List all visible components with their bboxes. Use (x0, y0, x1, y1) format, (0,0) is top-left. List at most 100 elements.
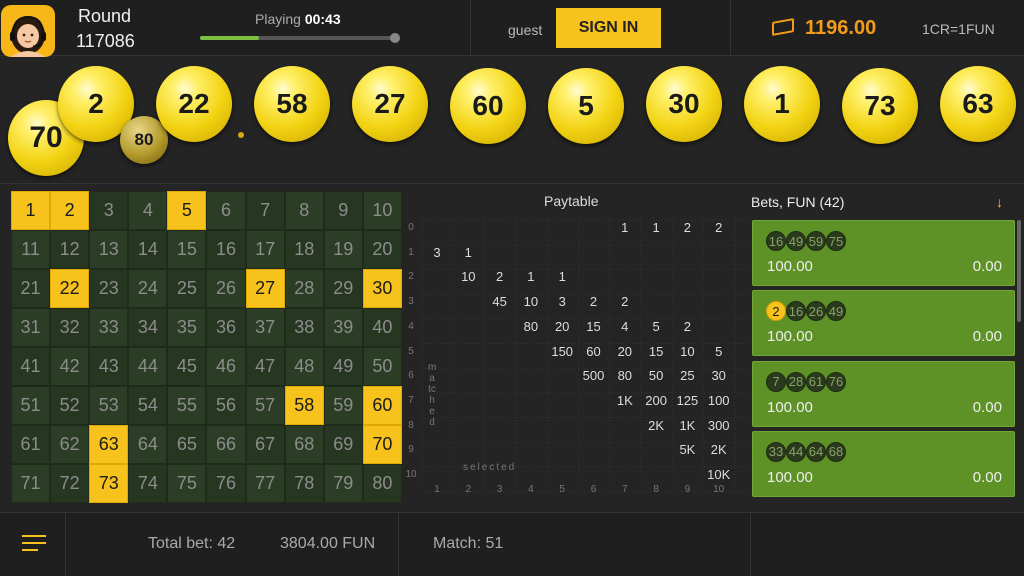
grid-cell[interactable]: 45 (167, 347, 207, 386)
menu-icon[interactable] (22, 535, 46, 556)
grid-cell[interactable]: 47 (245, 347, 285, 386)
grid-cell[interactable]: 62 (50, 425, 90, 464)
grid-cell[interactable]: 58 (284, 386, 324, 425)
grid-cell[interactable]: 53 (89, 386, 129, 425)
bet-number: 64 (806, 441, 826, 462)
drawn-ball: 22 (156, 66, 232, 142)
grid-cell[interactable]: 70 (362, 425, 402, 464)
grid-cell[interactable]: 8 (284, 191, 324, 230)
grid-cell[interactable]: 31 (11, 308, 51, 347)
grid-cell[interactable]: 37 (245, 308, 285, 347)
grid-cell[interactable]: 13 (89, 230, 129, 269)
grid-cell[interactable]: 14 (128, 230, 168, 269)
grid-cell[interactable]: 61 (11, 425, 51, 464)
grid-cell[interactable]: 69 (323, 425, 363, 464)
grid-cell[interactable]: 41 (11, 347, 51, 386)
grid-cell[interactable]: 12 (50, 230, 90, 269)
grid-cell[interactable]: 49 (323, 347, 363, 386)
grid-cell[interactable]: 19 (323, 230, 363, 269)
paytable-value: 5 (715, 343, 723, 359)
grid-cell[interactable]: 72 (50, 464, 90, 503)
grid-cell[interactable]: 40 (362, 308, 402, 347)
support-agent-icon[interactable] (1, 5, 55, 57)
grid-cell[interactable]: 65 (167, 425, 207, 464)
grid-cell[interactable]: 23 (89, 269, 129, 308)
bet-card[interactable]: 16 49 59 75 100.00 0.00 (752, 220, 1015, 286)
grid-cell[interactable]: 48 (284, 347, 324, 386)
grid-cell[interactable]: 60 (362, 386, 402, 425)
grid-cell[interactable]: 78 (284, 464, 324, 503)
bets-scrollbar[interactable] (1017, 220, 1021, 322)
grid-cell[interactable]: 36 (206, 308, 246, 347)
grid-cell[interactable]: 2 (50, 191, 90, 230)
grid-cell[interactable]: 15 (167, 230, 207, 269)
grid-cell[interactable]: 32 (50, 308, 90, 347)
grid-cell[interactable]: 44 (128, 347, 168, 386)
arrow-down-icon[interactable]: ↓ (996, 194, 1003, 210)
grid-cell[interactable]: 56 (206, 386, 246, 425)
paytable-value: 15 (648, 343, 664, 359)
grid-cell[interactable]: 10 (362, 191, 402, 230)
guest-label: guest (508, 22, 543, 38)
grid-cell[interactable]: 55 (167, 386, 207, 425)
grid-cell[interactable]: 16 (206, 230, 246, 269)
grid-cell[interactable]: 33 (89, 308, 129, 347)
grid-cell[interactable]: 54 (128, 386, 168, 425)
grid-cell[interactable]: 66 (206, 425, 246, 464)
paytable-value: 3 (558, 294, 566, 310)
grid-cell[interactable]: 17 (245, 230, 285, 269)
grid-cell[interactable]: 6 (206, 191, 246, 230)
grid-cell[interactable]: 20 (362, 230, 402, 269)
grid-cell[interactable]: 7 (245, 191, 285, 230)
bet-number: 49 (826, 301, 846, 322)
paytable-row-label: 4 (408, 320, 414, 332)
grid-cell[interactable]: 27 (245, 269, 285, 308)
grid-cell[interactable]: 21 (11, 269, 51, 308)
grid-cell[interactable]: 3 (89, 191, 129, 230)
grid-cell[interactable]: 75 (167, 464, 207, 503)
grid-cell[interactable]: 52 (50, 386, 90, 425)
sign-in-button[interactable]: SIGN IN (556, 8, 661, 48)
grid-cell[interactable]: 39 (323, 308, 363, 347)
grid-cell[interactable]: 35 (167, 308, 207, 347)
grid-cell[interactable]: 29 (323, 269, 363, 308)
grid-cell[interactable]: 28 (284, 269, 324, 308)
bet-card[interactable]: 2 16 26 49 100.00 0.00 (752, 290, 1015, 357)
grid-cell[interactable]: 22 (50, 269, 90, 308)
grid-cell[interactable]: 63 (89, 425, 129, 464)
grid-cell[interactable]: 73 (89, 464, 129, 503)
paytable-value: 15 (586, 318, 601, 334)
grid-cell[interactable]: 34 (128, 308, 168, 347)
grid-cell[interactable]: 43 (89, 347, 129, 386)
grid-cell[interactable]: 11 (11, 230, 51, 269)
grid-cell[interactable]: 74 (128, 464, 168, 503)
grid-cell[interactable]: 50 (362, 347, 402, 386)
grid-cell[interactable]: 64 (128, 425, 168, 464)
grid-cell[interactable]: 9 (323, 191, 363, 230)
grid-cell[interactable]: 24 (128, 269, 168, 308)
grid-cell[interactable]: 79 (323, 464, 363, 503)
grid-cell[interactable]: 5 (167, 191, 207, 230)
grid-cell[interactable]: 51 (11, 386, 51, 425)
grid-cell[interactable]: 71 (11, 464, 51, 503)
grid-cell[interactable]: 42 (50, 347, 90, 386)
grid-cell[interactable]: 30 (362, 269, 402, 308)
grid-cell[interactable]: 59 (323, 386, 363, 425)
grid-cell[interactable]: 25 (167, 269, 207, 308)
grid-cell[interactable]: 80 (362, 464, 402, 503)
paytable-value: 25 (680, 368, 695, 384)
grid-cell[interactable]: 67 (245, 425, 285, 464)
grid-cell[interactable]: 18 (284, 230, 324, 269)
grid-cell[interactable]: 4 (128, 191, 168, 230)
grid-cell[interactable]: 46 (206, 347, 246, 386)
grid-cell[interactable]: 68 (284, 425, 324, 464)
bet-card[interactable]: 7 28 61 76 100.00 0.00 (752, 360, 1015, 427)
grid-cell[interactable]: 77 (245, 464, 285, 503)
grid-cell[interactable]: 1 (11, 191, 51, 230)
bet-card[interactable]: 33 44 64 68 100.00 0.00 (752, 430, 1015, 497)
grid-cell[interactable]: 26 (206, 269, 246, 308)
playing-status: Playing 00:43 (255, 11, 341, 27)
grid-cell[interactable]: 38 (284, 308, 324, 347)
grid-cell[interactable]: 57 (245, 386, 285, 425)
grid-cell[interactable]: 76 (206, 464, 246, 503)
